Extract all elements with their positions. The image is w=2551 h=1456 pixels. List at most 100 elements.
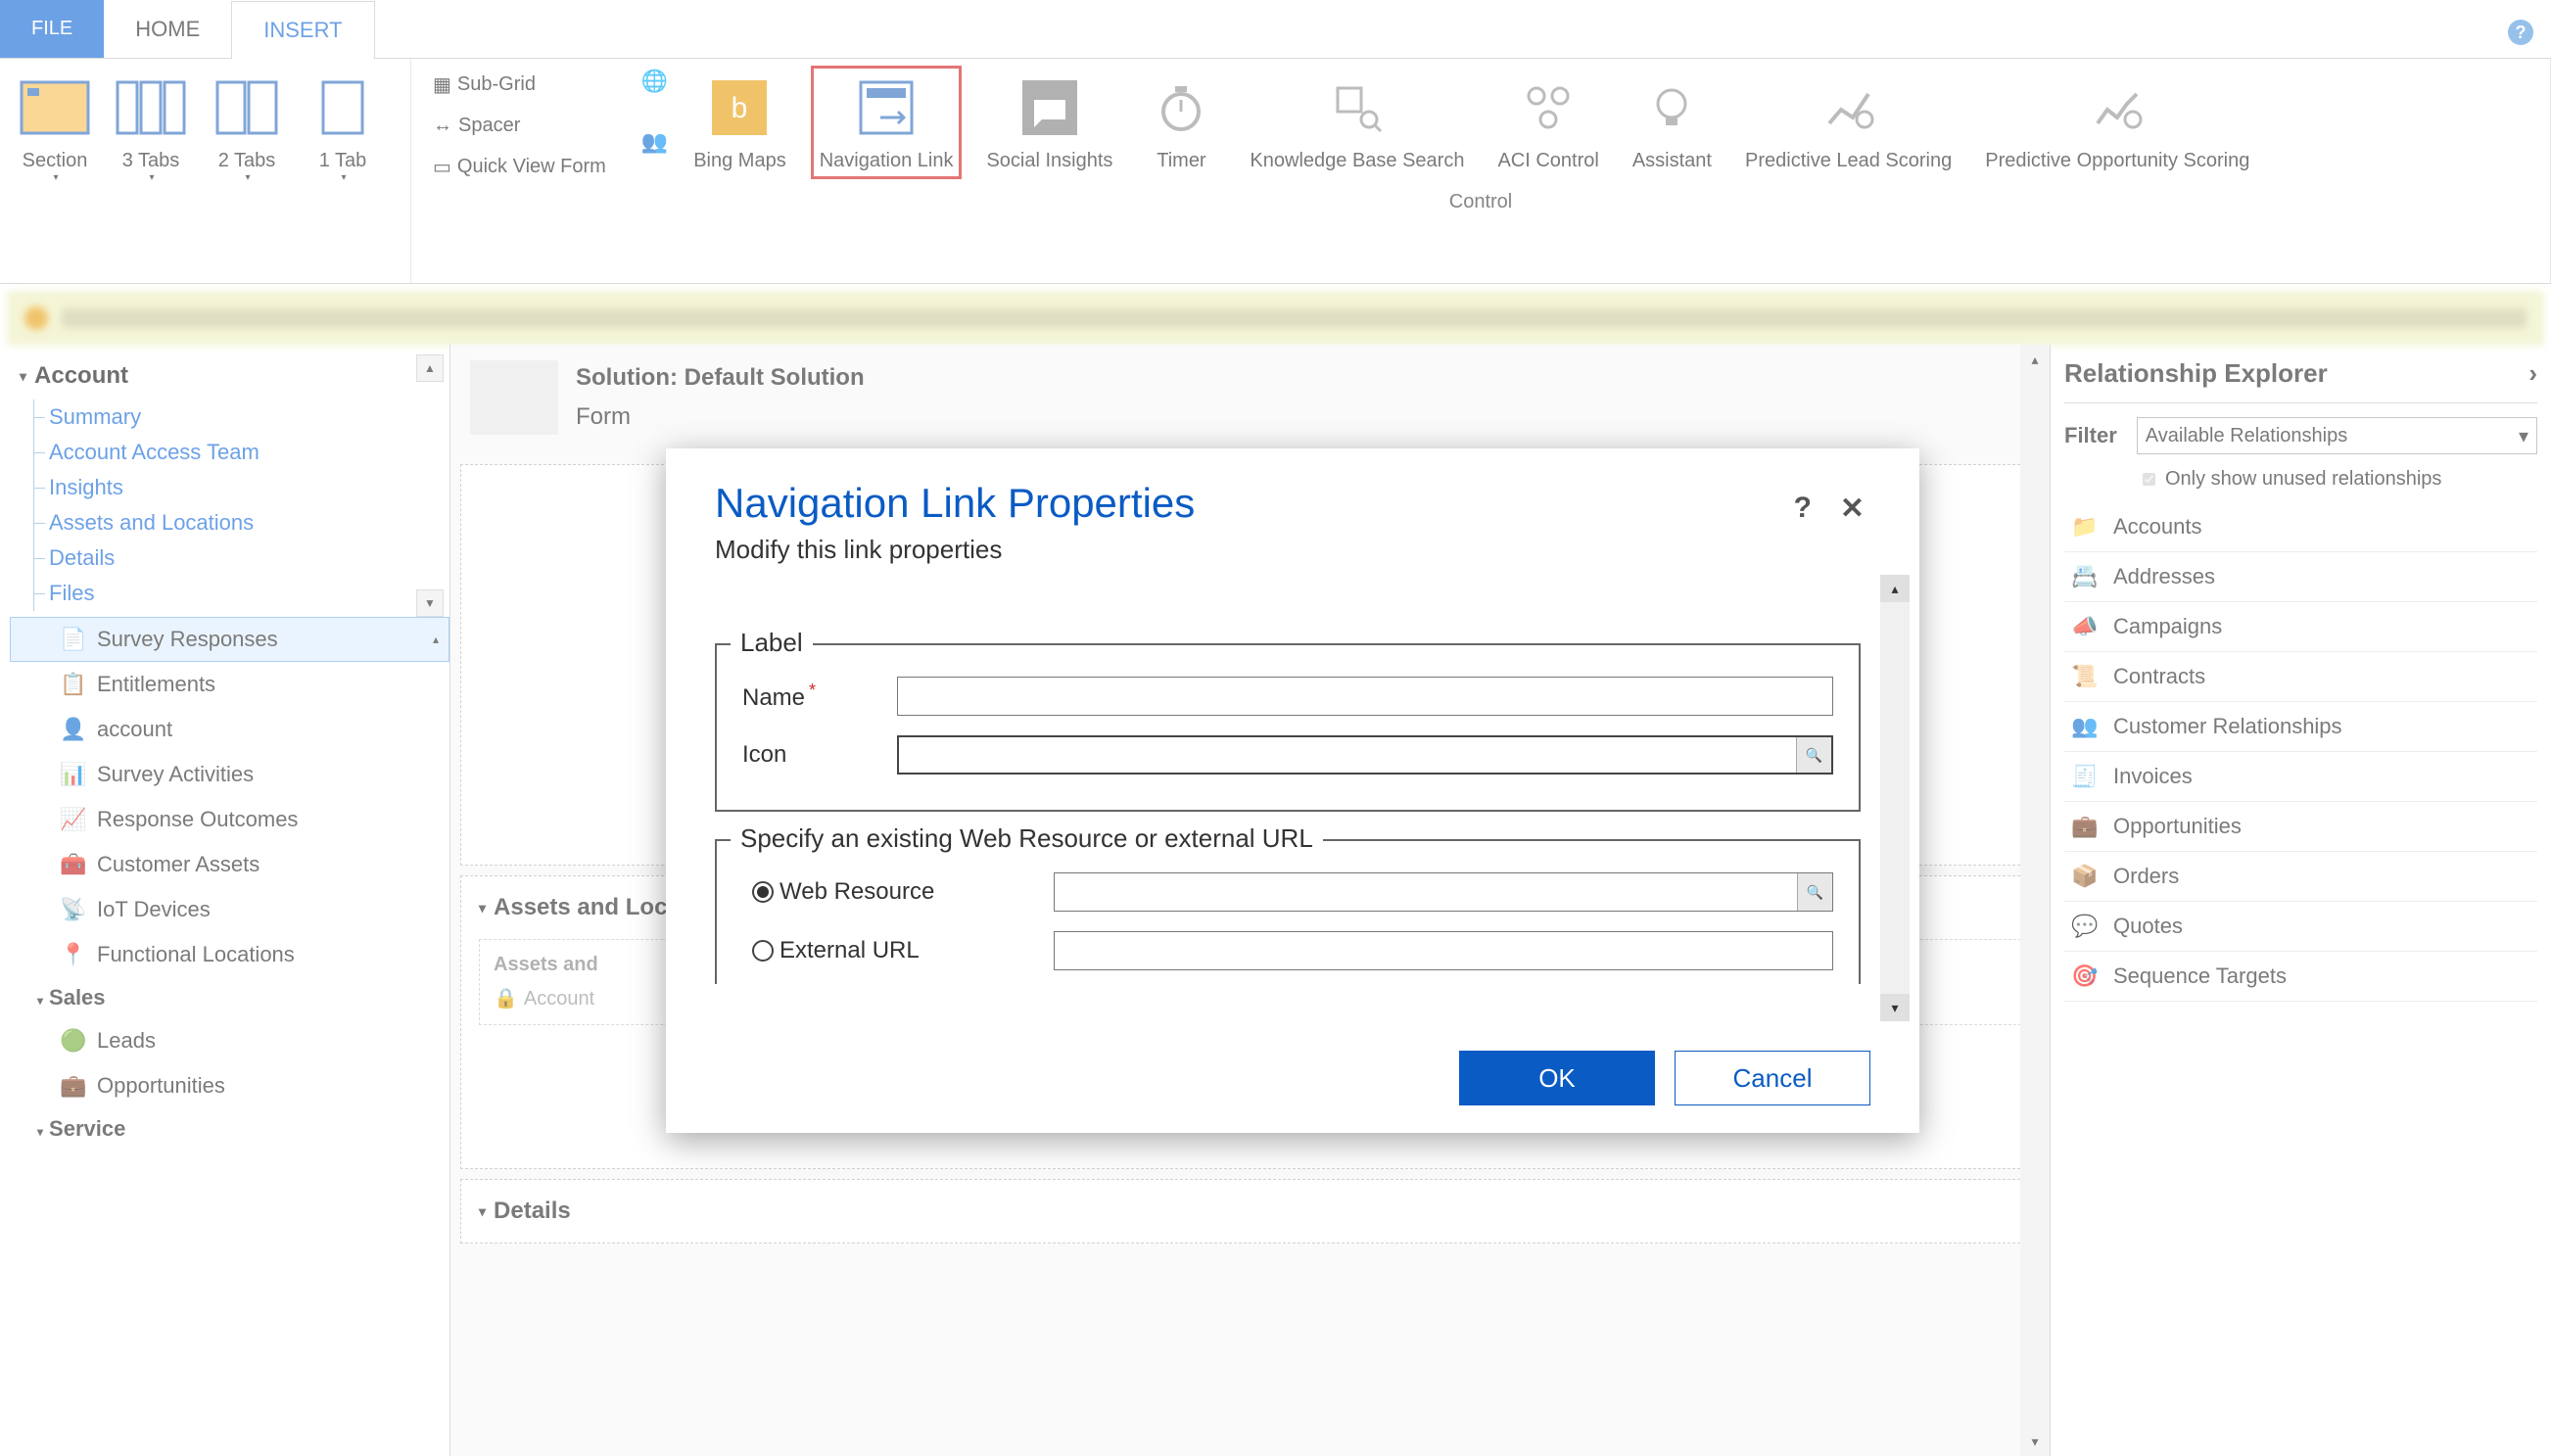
web-resource-input[interactable]: 🔍 [1054, 872, 1833, 912]
opp-scoring-button[interactable]: Predictive Opportunity Scoring [1977, 67, 2257, 178]
scroll-up-icon[interactable]: ▴ [2020, 345, 2050, 374]
subgrid-button[interactable]: ▦ Sub-Grid [423, 67, 616, 103]
info-bar [8, 292, 2543, 345]
web-resource-lookup-button[interactable]: 🔍 [1797, 873, 1832, 911]
nav-item-label: Functional Locations [97, 942, 295, 967]
tree-link-access-team[interactable]: Account Access Team [10, 435, 449, 470]
kb-search-button[interactable]: Knowledge Base Search [1242, 67, 1472, 178]
rel-item-seq-targets[interactable]: 🎯Sequence Targets [2064, 952, 2537, 1002]
tree-link-details[interactable]: Details [10, 540, 449, 576]
rel-item-orders[interactable]: 📦Orders [2064, 852, 2537, 902]
icon-input[interactable]: 🔍 [897, 735, 1833, 775]
aci-control-button[interactable]: ACI Control [1489, 67, 1606, 178]
tab-file[interactable]: FILE [0, 0, 104, 58]
rel-item-customer-rel[interactable]: 👥Customer Relationships [2064, 702, 2537, 752]
tree-link-insights[interactable]: Insights [10, 470, 449, 505]
form-block-details[interactable]: Details [460, 1179, 2040, 1244]
tree-link-files[interactable]: Files [10, 576, 449, 611]
activities-icon: 📊 [60, 761, 87, 788]
nav-item-survey-responses[interactable]: 📄 Survey Responses ▴ [10, 617, 449, 662]
cancel-button[interactable]: Cancel [1675, 1051, 1870, 1105]
scroll-down-icon[interactable]: ▾ [1880, 994, 1910, 1021]
icon-label: Icon [742, 741, 879, 769]
nav-item-label: Customer Assets [97, 852, 260, 877]
one-tab-button[interactable]: 1 Tab▾ [300, 67, 386, 190]
rel-item-invoices[interactable]: 🧾Invoices [2064, 752, 2537, 802]
rel-item-accounts[interactable]: 📁Accounts [2064, 502, 2537, 552]
navigation-link-button[interactable]: Navigation Link [812, 67, 962, 178]
radio-external-url[interactable]: External URL [742, 937, 1036, 964]
only-unused-checkbox[interactable] [2143, 473, 2155, 486]
center-scrollbar[interactable]: ▴ ▾ [2020, 345, 2050, 1456]
dialog-help-icon[interactable]: ? [1794, 492, 1812, 525]
social-insights-button[interactable]: Social Insights [978, 67, 1120, 178]
filter-label: Filter [2064, 423, 2117, 448]
help-icon[interactable]: ? [2508, 20, 2533, 45]
three-tabs-button[interactable]: 3 Tabs▾ [108, 67, 194, 190]
external-url-input[interactable] [1054, 931, 1833, 970]
bing-maps-button[interactable]: b Bing Maps [685, 67, 794, 178]
spacer-label: Spacer [458, 115, 520, 137]
filter-select[interactable]: Available Relationships ▾ [2137, 417, 2537, 454]
nav-item-response-outcomes[interactable]: 📈Response Outcomes [10, 797, 449, 842]
section-button[interactable]: Section▾ [12, 67, 98, 190]
quick-view-button[interactable]: ▭ Quick View Form [423, 149, 616, 185]
nav-section-sales[interactable]: Sales [10, 977, 449, 1018]
tree-account-heading[interactable]: Account [10, 354, 449, 399]
rel-item-addresses[interactable]: 📇Addresses [2064, 552, 2537, 602]
lead-scoring-button[interactable]: Predictive Lead Scoring [1737, 67, 1960, 178]
nav-item-leads[interactable]: 🟢Leads [10, 1018, 449, 1063]
ribbon-group-section: Section▾ 3 Tabs▾ 2 Tabs▾ 1 Tab▾ [0, 59, 411, 283]
scroll-down-icon[interactable]: ▾ [2020, 1427, 2050, 1456]
tab-insert[interactable]: INSERT [231, 1, 374, 59]
tree-link-summary[interactable]: Summary [10, 399, 449, 435]
rel-item-contracts[interactable]: 📜Contracts [2064, 652, 2537, 702]
nav-item-func-locations[interactable]: 📍Functional Locations [10, 932, 449, 977]
scroll-up-icon[interactable]: ▴ [433, 633, 439, 646]
kb-icon [1322, 72, 1393, 143]
two-tabs-button[interactable]: 2 Tabs▾ [204, 67, 290, 190]
grid-icon: ▦ [433, 72, 451, 97]
block-header-details[interactable]: Details [461, 1180, 2039, 1243]
nav-item-entitlements[interactable]: 📋Entitlements [10, 662, 449, 707]
radio-web-resource[interactable]: Web Resource [742, 878, 1036, 906]
tree-link-assets[interactable]: Assets and Locations [10, 505, 449, 540]
leads-icon: 🟢 [60, 1027, 87, 1055]
order-icon: 📦 [2070, 862, 2100, 891]
nav-item-iot[interactable]: 📡IoT Devices [10, 887, 449, 932]
rel-item-quotes[interactable]: 💬Quotes [2064, 902, 2537, 952]
two-tabs-label: 2 Tabs [218, 149, 276, 172]
window-tabs: FILE HOME INSERT ? [0, 0, 2551, 59]
dialog-close-icon[interactable]: ✕ [1840, 492, 1865, 526]
spacer-button[interactable]: ↔ Spacer [423, 109, 616, 143]
entity-avatar [470, 360, 558, 435]
rel-item-opportunities[interactable]: 💼Opportunities [2064, 802, 2537, 852]
opp-score-icon [2082, 72, 2152, 143]
block-field-account: Account [524, 988, 594, 1010]
chevron-right-icon[interactable]: › [2528, 358, 2537, 389]
outcomes-icon: 📈 [60, 806, 87, 833]
social-label: Social Insights [986, 149, 1112, 172]
rel-item-campaigns[interactable]: 📣Campaigns [2064, 602, 2537, 652]
nav-item-survey-activities[interactable]: 📊Survey Activities [10, 752, 449, 797]
contract-icon: 📜 [2070, 662, 2100, 691]
tab-home[interactable]: HOME [104, 0, 231, 58]
name-input[interactable] [897, 677, 1833, 716]
dialog-scrollbar[interactable]: ▴ ▾ [1880, 575, 1910, 1021]
nav-section-service[interactable]: Service [10, 1108, 449, 1150]
lead-score-icon [1814, 72, 1884, 143]
nav-item-account[interactable]: 👤account [10, 707, 449, 752]
assistant-button[interactable]: Assistant [1625, 67, 1720, 178]
nav-item-customer-assets[interactable]: 🧰Customer Assets [10, 842, 449, 887]
legend-label: Label [731, 628, 813, 658]
ok-button[interactable]: OK [1459, 1051, 1655, 1105]
bing-maps-label: Bing Maps [693, 149, 786, 172]
bing-icon: b [704, 72, 775, 143]
timer-button[interactable]: Timer [1138, 67, 1224, 178]
only-unused-label: Only show unused relationships [2165, 468, 2441, 491]
icon-lookup-button[interactable]: 🔍 [1796, 737, 1831, 773]
scroll-up-icon[interactable]: ▴ [1880, 575, 1910, 602]
spacer-icon: ↔ [433, 115, 452, 137]
nav-item-opps[interactable]: 💼Opportunities [10, 1063, 449, 1108]
rel-item-label: Invoices [2113, 764, 2193, 789]
